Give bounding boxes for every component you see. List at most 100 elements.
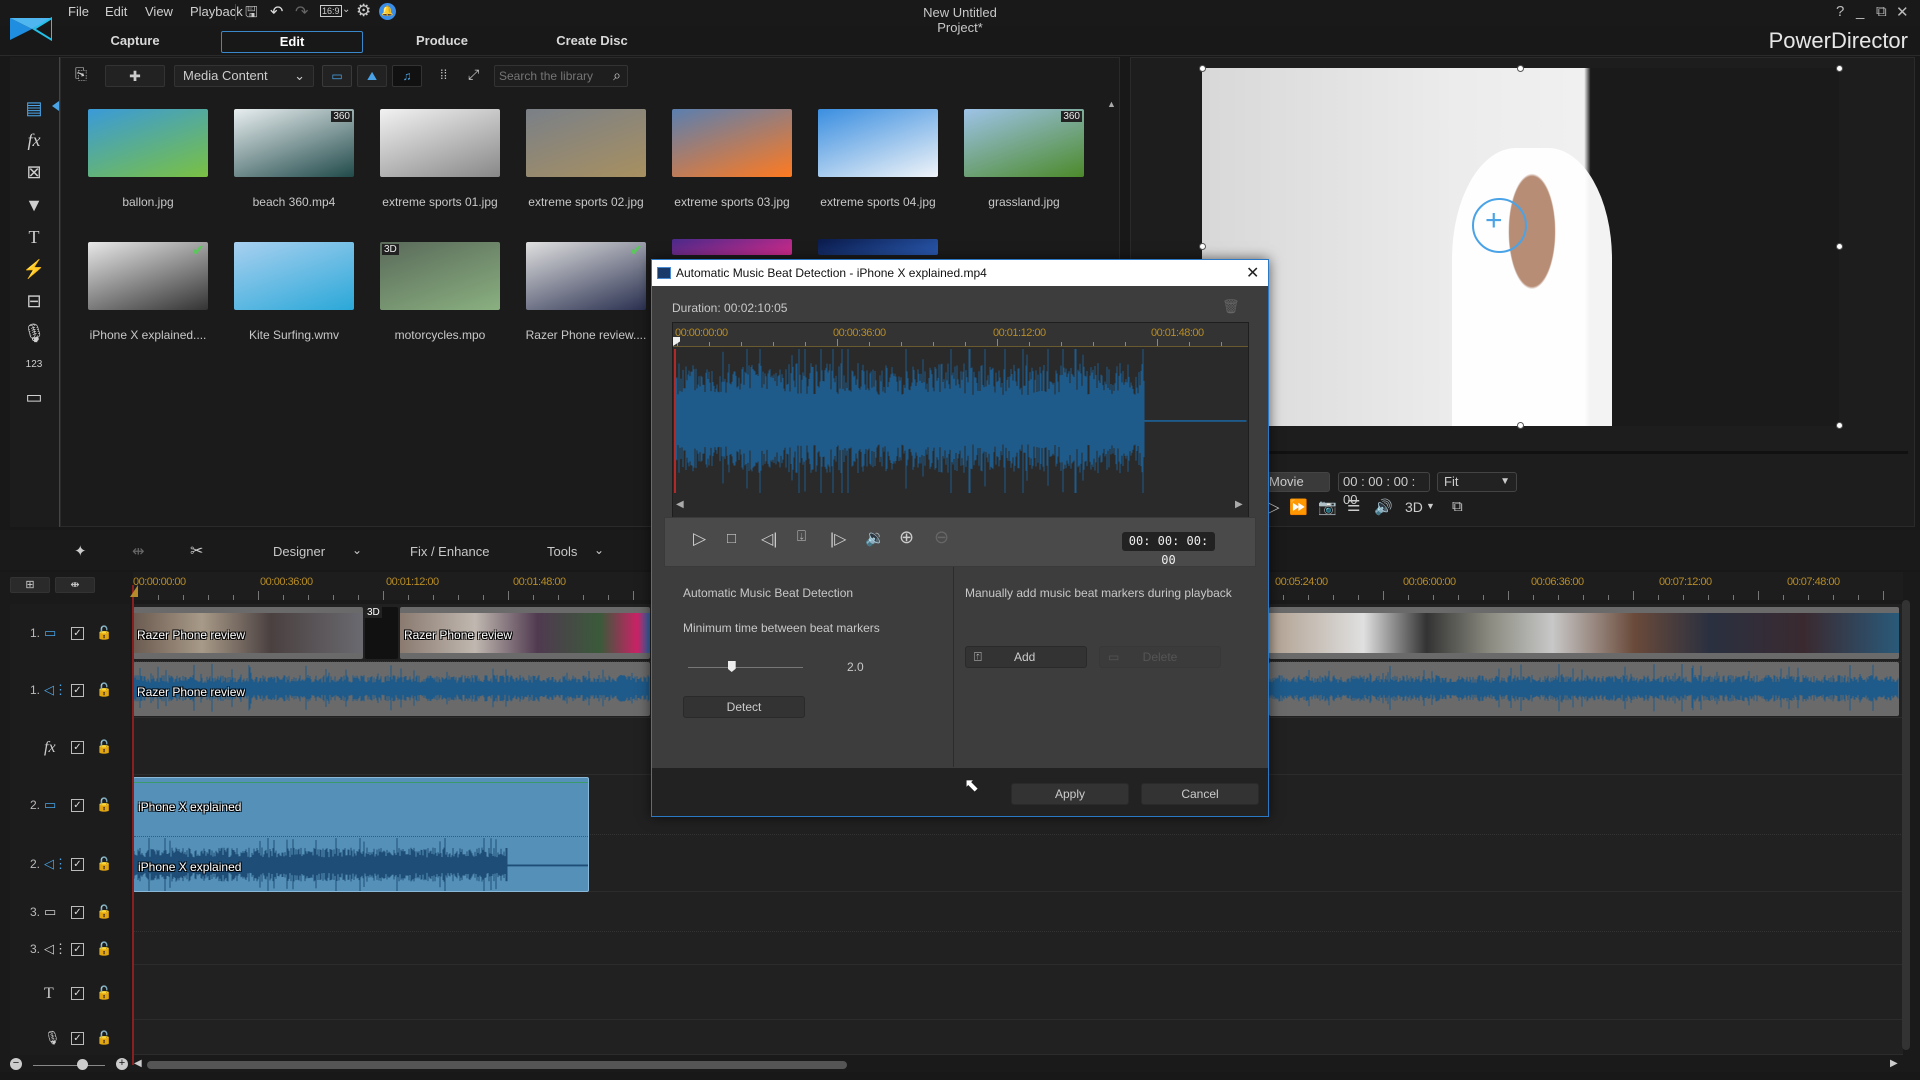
chapter-icon[interactable]: 123 [22,353,46,377]
pip-designer-icon[interactable]: ⊠ [22,160,46,184]
filter-audio-button[interactable]: ♫ [392,65,422,87]
selected-clip-iphone-x[interactable]: iPhone X explained iPhone X explained [133,777,589,892]
magic-tools-icon[interactable]: ✦ [74,542,87,560]
library-search-input[interactable]: ⌕ [494,65,628,87]
search-input[interactable] [495,66,595,86]
title-icon[interactable]: T [22,225,46,249]
subtitle-icon[interactable]: ▭ [22,385,46,409]
dialog-playhead[interactable] [674,349,676,493]
close-icon[interactable]: ✕ [1246,263,1259,283]
volume-icon[interactable]: 🔊 [1374,498,1393,516]
tab-capture[interactable]: Capture [90,31,180,53]
resize-handle[interactable] [1199,243,1206,250]
track-manager-button[interactable]: ⊞ [10,577,50,593]
zoom-out-icon[interactable]: − [10,1058,22,1070]
video-clip[interactable]: Razer Phone review [400,607,650,659]
media-thumbnail[interactable]: 360 [234,109,354,177]
track-lock-icon[interactable]: 🔓 [96,856,112,872]
track-lock-icon[interactable]: 🔓 [96,739,112,755]
min-time-slider[interactable] [688,667,803,668]
preview-seekbar[interactable] [1268,451,1908,454]
media-thumbnail[interactable] [234,242,354,310]
fullscreen-library-icon[interactable]: ⤢ [468,66,479,83]
zoom-in-icon[interactable]: + [116,1058,128,1070]
redo-icon[interactable]: ↷ [295,2,308,22]
scissors-icon[interactable]: ✂ [190,541,203,561]
scroll-right-icon[interactable]: ▶ [1890,1058,1898,1069]
video-clip[interactable]: Razer Phone review [133,607,363,659]
dialog-timecode[interactable]: 00: 00: 00: 00 [1122,532,1215,567]
zoom-slider-track[interactable] [33,1065,105,1066]
filter-video-button[interactable]: ▭ [322,65,352,87]
filter-image-button[interactable]: ⛰ [357,65,387,87]
detect-button[interactable]: Detect [683,696,805,718]
transition-clip[interactable]: 3D [365,607,398,659]
track-lock-icon[interactable]: 🔓 [96,1030,112,1046]
play-icon[interactable]: ▷ [1268,498,1280,516]
cancel-button[interactable]: Cancel [1141,783,1259,805]
chevron-down-icon[interactable]: ⌄ [342,4,350,15]
track-enable-checkbox[interactable]: ✓ [71,627,84,640]
fast-forward-icon[interactable]: ⏩ [1289,498,1308,516]
notification-icon[interactable]: 🔔 [379,3,396,20]
track-enable-checkbox[interactable]: ✓ [71,943,84,956]
playhead[interactable] [132,585,134,1065]
media-thumbnail[interactable]: 3D [380,242,500,310]
media-thumbnail[interactable] [818,239,938,255]
tools-menu[interactable]: Tools [547,544,577,559]
chevron-down-icon[interactable]: ⌄ [594,543,604,557]
track-enable-checkbox[interactable]: ✓ [71,684,84,697]
crosshair-icon[interactable]: + [1485,204,1503,238]
settings-icon[interactable]: ⚙ [356,1,371,21]
particle-icon[interactable]: ▼ [22,193,46,217]
scroll-up-icon[interactable]: ▲ [1107,99,1116,109]
resize-handle[interactable] [1836,243,1843,250]
markers-icon[interactable]: ☰ [1347,497,1360,515]
tab-create-disc[interactable]: Create Disc [545,31,639,53]
scroll-left-icon[interactable]: ◀ [676,499,684,510]
fix-enhance-button[interactable]: Fix / Enhance [410,544,490,559]
help-icon[interactable]: ? [1836,3,1844,20]
undo-icon[interactable]: ↶ [270,2,283,22]
video-clip[interactable] [1269,607,1899,659]
plugins-button[interactable]: ✚ [105,65,165,87]
scroll-right-icon[interactable]: ▶ [1235,499,1243,510]
track-lock-icon[interactable]: 🔓 [96,625,112,641]
minimize-icon[interactable]: _ [1856,3,1864,20]
timeline-track-row[interactable] [133,932,1903,965]
zoom-slider-thumb[interactable] [77,1059,88,1070]
scroll-left-icon[interactable]: ◀ [134,1058,142,1069]
content-dropdown[interactable]: Media Content ⌄ [174,65,314,87]
movie-mode-button[interactable]: Movie [1262,472,1330,492]
previous-frame-icon[interactable]: ◁| [761,529,777,549]
designer-menu[interactable]: Designer [273,544,325,559]
track-enable-checkbox[interactable]: ✓ [71,987,84,1000]
media-thumbnail[interactable] [380,109,500,177]
menu-file[interactable]: File [68,4,89,19]
voiceover-icon[interactable]: 🎙 [22,321,46,345]
media-room-icon[interactable]: ▤ [22,96,46,120]
media-thumbnail[interactable] [818,109,938,177]
stop-icon[interactable]: □ [727,530,736,547]
sort-icon[interactable]: ⁞⁞ [440,67,447,82]
min-time-slider-thumb[interactable] [727,661,736,672]
chevron-down-icon[interactable]: ⌄ [352,543,362,557]
close-icon[interactable]: ✕ [1896,3,1909,21]
track-lock-icon[interactable]: 🔓 [96,797,112,813]
undock-preview-icon[interactable]: ⧉ [1452,498,1463,515]
resize-handle[interactable] [1517,422,1524,429]
media-thumbnail[interactable] [526,109,646,177]
audio-clip[interactable]: Razer Phone review [133,662,650,716]
timeline-track-row[interactable] [133,892,1903,932]
audio-clip[interactable] [1269,662,1899,716]
preview-timecode[interactable]: 00 : 00 : 00 : 00 [1338,472,1430,507]
zoom-in-icon[interactable]: ⊕ [899,527,914,548]
add-marker-button[interactable]: ⍐ Add [965,646,1087,668]
resize-handle[interactable] [1836,65,1843,72]
aspect-ratio-icon[interactable]: 16:9 [320,5,342,17]
add-marker-icon[interactable]: ⍗ [797,528,806,545]
import-media-icon[interactable]: ⎘ [75,66,87,83]
track-enable-checkbox[interactable]: ✓ [71,799,84,812]
media-thumbnail[interactable] [672,239,792,255]
track-enable-checkbox[interactable]: ✓ [71,858,84,871]
